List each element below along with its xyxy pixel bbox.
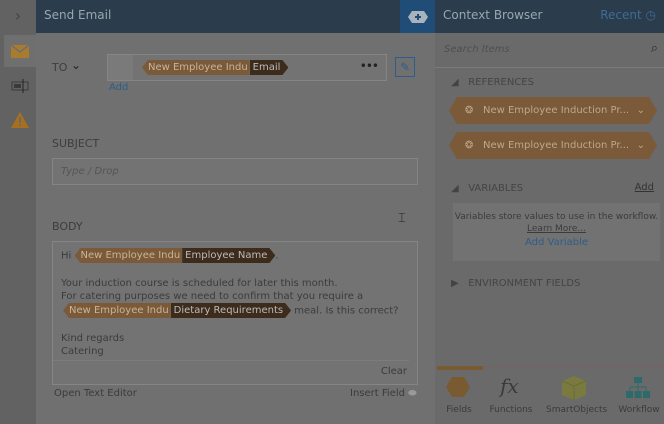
envelope-icon: [11, 44, 29, 58]
employee-name-token[interactable]: New Employee Indu Employee Name: [74, 248, 276, 263]
body-text: meal. Is this correct?: [294, 305, 399, 317]
dietary-token[interactable]: New Employee Indu Dietary Requirements: [63, 303, 291, 318]
body-label: BODY: [52, 220, 83, 233]
variables-label: VARIABLES: [468, 183, 524, 194]
chevron-down-icon[interactable]: ⌄: [637, 132, 645, 159]
references-label: REFERENCES: [468, 77, 534, 88]
tab-functions[interactable]: Functions: [483, 405, 539, 415]
insert-button[interactable]: [400, 0, 435, 33]
smartobjects-icon: [561, 376, 587, 403]
body-editor[interactable]: Hi New Employee Indu Employee Name. Your …: [52, 241, 418, 385]
insert-field-label: Insert Field: [350, 388, 405, 399]
body-text: Your induction course is scheduled for l…: [61, 278, 338, 289]
left-toolbar: ›: [0, 0, 36, 424]
add-variable-link[interactable]: Add: [635, 182, 654, 193]
tab-workflow[interactable]: Workflow: [611, 405, 664, 415]
warning-tab[interactable]: [4, 104, 36, 136]
body-text: For catering purposes we need to confirm…: [61, 291, 364, 302]
user-avatar-icon: [108, 55, 133, 80]
subject-input[interactable]: Type / Drop: [52, 158, 418, 185]
functions-icon: fx: [500, 374, 519, 398]
workflow-icon: [626, 377, 650, 402]
to-field[interactable]: New Employee Indu Email •••: [107, 54, 387, 81]
references-section[interactable]: ◢ REFERENCES: [451, 77, 534, 88]
environment-fields-label: ENVIRONMENT FIELDS: [468, 278, 581, 289]
context-browser: Context Browser Recent ◷ Search Items ⌕ …: [435, 0, 664, 424]
variables-info: Variables store values to use in the wor…: [453, 203, 660, 261]
insert-field-icon: ⬬: [408, 388, 417, 399]
learn-more-link[interactable]: Learn More...: [453, 223, 660, 235]
reference-icon: ❂: [465, 105, 474, 116]
body-text: Catering: [61, 346, 104, 357]
search-input[interactable]: Search Items: [435, 33, 664, 68]
to-token[interactable]: New Employee Indu Email: [142, 60, 288, 75]
recent-label: Recent: [600, 8, 642, 22]
expand-chevron-icon[interactable]: ›: [0, 0, 36, 34]
fields-icon: [443, 377, 473, 399]
reference-label: New Employee Induction Pr...: [483, 105, 630, 116]
tab-fields[interactable]: Fields: [431, 405, 487, 415]
more-icon[interactable]: •••: [360, 59, 379, 73]
environment-fields-section[interactable]: ▶ ENVIRONMENT FIELDS: [451, 278, 580, 289]
active-tab-indicator: [437, 366, 483, 370]
reference-item[interactable]: New Employee Induction Pr... ❂ ⌄: [449, 132, 657, 159]
reference-icon: ❂: [465, 140, 474, 151]
add-recipient-link[interactable]: Add: [109, 82, 128, 93]
page-title: Send Email: [36, 0, 400, 33]
email-tab[interactable]: [4, 35, 36, 67]
email-form: TO ⌄ New Employee Indu Email ••• Add ✎ SU…: [36, 33, 435, 424]
tab-smartobjects[interactable]: SmartObjects: [546, 405, 607, 415]
search-icon[interactable]: ⌕: [651, 41, 658, 56]
recent-button[interactable]: Recent ◷: [600, 0, 656, 30]
open-text-editor-link[interactable]: Open Text Editor: [54, 388, 137, 399]
add-variable-button[interactable]: Add Variable: [453, 237, 660, 249]
chevron-down-icon[interactable]: ⌄: [71, 58, 81, 72]
mouse-cursor-icon: ⌶: [398, 211, 406, 226]
context-title: Context Browser: [443, 8, 543, 22]
clock-icon: ◷: [645, 8, 656, 22]
reference-label: New Employee Induction Pr...: [483, 140, 630, 151]
insert-field-icon: [407, 10, 428, 23]
chevron-down-icon[interactable]: ⌄: [637, 97, 645, 124]
edit-pencil-icon[interactable]: ✎: [395, 57, 415, 77]
subject-label: SUBJECT: [52, 137, 100, 150]
insert-field-button[interactable]: Insert Field ⬬: [350, 388, 417, 399]
reference-item[interactable]: New Employee Induction Pr... ❂ ⌄: [449, 97, 657, 124]
variables-section[interactable]: ◢ VARIABLES: [451, 183, 523, 194]
to-label: TO: [52, 61, 68, 74]
warning-icon: [11, 112, 29, 128]
text-field-tab[interactable]: [4, 70, 36, 102]
context-header: Context Browser Recent ◷: [435, 0, 664, 33]
clear-button[interactable]: Clear: [381, 365, 407, 378]
body-text: Kind regards: [61, 333, 125, 344]
variables-info-text: Variables store values to use in the wor…: [454, 212, 659, 222]
body-text: Hi: [61, 250, 72, 262]
text-input-icon: [11, 79, 29, 93]
body-text: .: [275, 250, 279, 262]
